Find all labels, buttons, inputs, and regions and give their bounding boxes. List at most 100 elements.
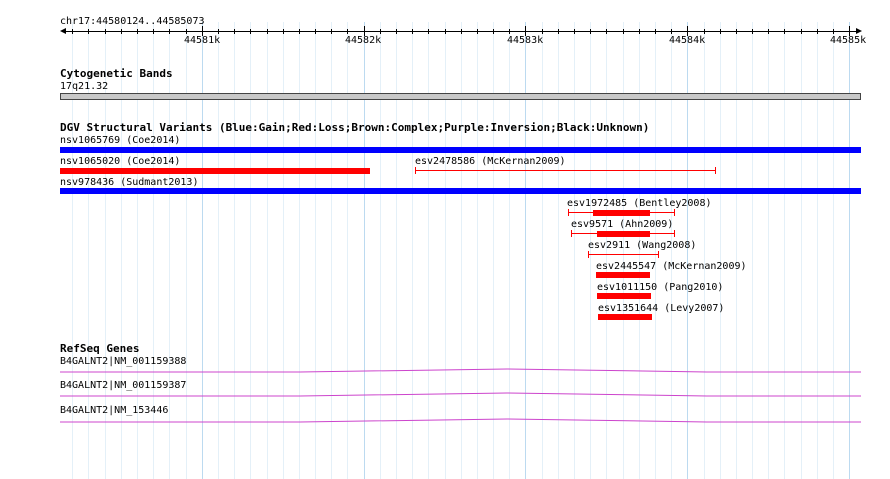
ruler-minor-tick <box>736 29 737 34</box>
grid-line <box>477 22 478 479</box>
cytoband-bar[interactable] <box>60 93 861 100</box>
ruler-minor-tick <box>493 29 494 34</box>
grid-line <box>331 22 332 479</box>
ruler-minor-tick <box>623 29 624 34</box>
grid-line <box>558 22 559 479</box>
ruler-minor-tick <box>817 29 818 34</box>
ruler-minor-tick <box>153 29 154 34</box>
grid-line <box>509 22 510 479</box>
ruler-tick-label: 44583k <box>507 35 544 46</box>
grid-line <box>218 22 219 479</box>
grid-line <box>461 22 462 479</box>
grid-line <box>720 22 721 479</box>
ruler-minor-tick <box>137 29 138 34</box>
variant-label: esv2445547 (McKernan2009) <box>596 261 747 272</box>
variant-bar-loss[interactable] <box>598 314 652 320</box>
grid-line <box>412 22 413 479</box>
variant-label: esv1972485 (Bentley2008) <box>567 198 712 209</box>
grid-line <box>299 22 300 479</box>
grid-line <box>833 22 834 479</box>
grid-line <box>428 22 429 479</box>
variant-bar-gain[interactable] <box>60 188 861 194</box>
ruler-minor-tick <box>331 29 332 34</box>
cytoband-track-title: Cytogenetic Bands <box>60 67 173 80</box>
variant-bar-loss[interactable] <box>597 293 651 299</box>
ruler-minor-tick <box>347 29 348 34</box>
grid-line <box>169 22 170 479</box>
ruler-minor-tick <box>558 29 559 34</box>
ruler-minor-tick <box>542 29 543 34</box>
ruler-tick-label: 44581k <box>184 35 221 46</box>
ruler-minor-tick <box>639 29 640 34</box>
variant-bar-gain[interactable] <box>60 147 861 153</box>
ruler-right-arrow-icon <box>856 28 862 34</box>
ruler-minor-tick <box>88 29 89 34</box>
grid-line <box>704 22 705 479</box>
ruler-minor-tick <box>315 29 316 34</box>
grid-line <box>396 22 397 479</box>
ruler-minor-tick <box>655 29 656 34</box>
grid-line <box>542 22 543 479</box>
variant-label: esv2478586 (McKernan2009) <box>415 156 566 167</box>
variant-label: esv2911 (Wang2008) <box>588 240 697 251</box>
ruler-minor-tick <box>412 29 413 34</box>
ruler-minor-tick <box>574 29 575 34</box>
ruler-minor-tick <box>833 29 834 34</box>
variant-bar-loss[interactable] <box>596 272 650 278</box>
grid-line <box>267 22 268 479</box>
ruler-minor-tick <box>250 29 251 34</box>
ruler-minor-tick <box>218 29 219 34</box>
ruler-minor-tick <box>299 29 300 34</box>
dgv-track-title: DGV Structural Variants (Blue:Gain;Red:L… <box>60 121 650 134</box>
ruler-minor-tick <box>234 29 235 34</box>
variant-label: esv9571 (Ahn2009) <box>571 219 674 230</box>
ruler-minor-tick <box>509 29 510 34</box>
ruler-minor-tick <box>801 29 802 34</box>
ruler-minor-tick <box>704 29 705 34</box>
cytoband-label: 17q21.32 <box>60 81 109 92</box>
ruler-minor-tick <box>784 29 785 34</box>
ruler-minor-tick <box>105 29 106 34</box>
grid-line <box>364 22 365 479</box>
ruler-minor-tick <box>461 29 462 34</box>
grid-line <box>752 22 753 479</box>
ruler-left-arrow-icon <box>60 28 66 34</box>
grid-line <box>768 22 769 479</box>
ruler-tick-label: 44582k <box>345 35 382 46</box>
ruler-minor-tick <box>186 29 187 34</box>
gene-label: B4GALNT2|NM_001159388 <box>60 356 187 367</box>
variant-bar-loss[interactable] <box>597 231 650 237</box>
ruler-minor-tick <box>72 29 73 34</box>
ruler-minor-tick <box>720 29 721 34</box>
gene-label: B4GALNT2|NM_001159387 <box>60 380 187 391</box>
ruler-minor-tick <box>606 29 607 34</box>
gene-label: B4GALNT2|NM_153446 <box>60 405 169 416</box>
variant-bar-loss[interactable] <box>593 210 650 216</box>
refseq-track-title: RefSeq Genes <box>60 342 140 355</box>
ruler-minor-tick <box>380 29 381 34</box>
grid-line <box>315 22 316 479</box>
ruler-tick-label: 44584k <box>669 35 706 46</box>
grid-line <box>736 22 737 479</box>
variant-label: esv1351644 (Levy2007) <box>598 303 725 314</box>
ruler-minor-tick <box>445 29 446 34</box>
variant-extent-loss[interactable] <box>415 167 716 174</box>
variant-label: nsv1065769 (Coe2014) <box>60 135 181 146</box>
variant-label: esv1011150 (Pang2010) <box>597 282 724 293</box>
variant-label: nsv1065020 (Coe2014) <box>60 156 181 167</box>
grid-line <box>784 22 785 479</box>
ruler-minor-tick <box>768 29 769 34</box>
variant-extent-loss[interactable] <box>588 251 659 258</box>
grid-line <box>801 22 802 479</box>
ruler-minor-tick <box>283 29 284 34</box>
grid-line <box>202 22 203 479</box>
variant-bar-loss[interactable] <box>60 168 370 174</box>
grid-line <box>525 22 526 479</box>
grid-line <box>445 22 446 479</box>
grid-line <box>574 22 575 479</box>
variant-label: nsv978436 (Sudmant2013) <box>60 177 199 188</box>
grid-line <box>849 22 850 479</box>
grid-line <box>283 22 284 479</box>
region-label: chr17:44580124..44585073 <box>60 16 205 27</box>
ruler-minor-tick <box>671 29 672 34</box>
